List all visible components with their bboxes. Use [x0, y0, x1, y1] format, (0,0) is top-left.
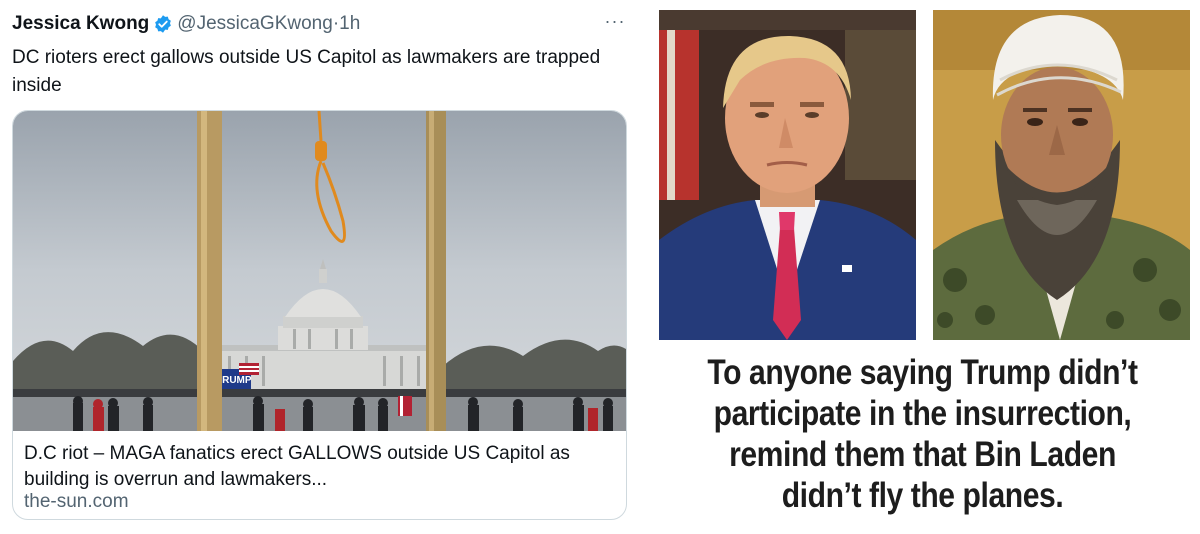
tweet-header: Jessica Kwong @JessicaGKwong · 1h [12, 11, 360, 37]
tweet: Jessica Kwong @JessicaGKwong · 1h ··· DC… [0, 0, 640, 534]
more-options-icon[interactable]: ··· [604, 10, 626, 32]
tweet-timestamp[interactable]: 1h [339, 13, 360, 35]
author-name[interactable]: Jessica Kwong [12, 13, 149, 35]
link-preview-card[interactable]: TRUMP D.C riot – MAGA fanatics erect GAL… [12, 110, 627, 520]
caption-line: participate in the insurrection, [713, 394, 1132, 433]
caption-line: remind them that Bin Laden [729, 435, 1116, 474]
tweet-text: DC rioters erect gallows outside US Capi… [12, 47, 601, 96]
caption-line: didn’t fly the planes. [781, 476, 1064, 515]
caption-line: To anyone saying Trump didn’t [707, 353, 1138, 392]
author-handle[interactable]: @JessicaGKwong [177, 13, 333, 35]
card-title[interactable]: D.C riot – MAGA fanatics erect GALLOWS o… [24, 441, 614, 493]
meme-photos [659, 10, 1190, 340]
meme-caption: To anyone saying Trump didn’t participat… [684, 352, 1161, 516]
photo-right [933, 10, 1190, 340]
verified-badge-icon [155, 15, 172, 33]
meme-image: To anyone saying Trump didn’t participat… [645, 0, 1200, 520]
photo-left [659, 10, 916, 340]
card-domain[interactable]: the-sun.com [24, 491, 129, 513]
card-image[interactable]: TRUMP [13, 111, 626, 431]
